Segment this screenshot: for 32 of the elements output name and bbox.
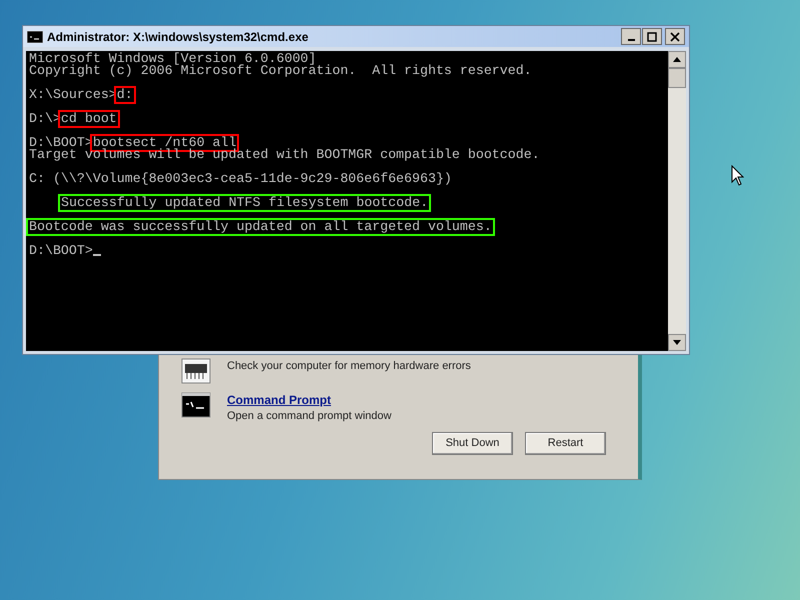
command-prompt-link[interactable]: Command Prompt: [227, 392, 392, 408]
console-text: Copyright (c) 2006 Microsoft Corporation. All rights reserved.: [29, 65, 532, 77]
down-arrow-icon: [673, 340, 681, 345]
highlighted-text: Successfully updated NTFS filesystem bootcode.: [61, 197, 428, 209]
scrollbar[interactable]: [668, 51, 686, 351]
option-description: Check your computer for memory hardware errors: [227, 359, 471, 374]
maximize-button[interactable]: [642, 28, 662, 45]
scroll-up-button[interactable]: [668, 51, 686, 68]
dialog-button[interactable]: Restart: [525, 432, 606, 455]
close-button[interactable]: [665, 28, 685, 45]
window-title: Administrator: X:\windows\system32\cmd.exe: [47, 28, 308, 46]
console-icon: [27, 30, 43, 42]
mouse-pointer-icon: [731, 165, 744, 186]
close-icon: [670, 32, 680, 42]
console-text: D:\BOOT>: [29, 245, 93, 257]
dialog-button[interactable]: Shut Down: [432, 432, 513, 455]
console-text: X:\Sources>: [29, 89, 117, 101]
console-icon: [181, 392, 211, 418]
scroll-down-button[interactable]: [668, 334, 686, 351]
up-arrow-icon: [673, 57, 681, 62]
option-description: Open a command prompt window: [227, 409, 392, 424]
console-text: C: (\\?\Volume{8e003ec3-cea5-11de-9c29-806e6f6e6963}): [29, 173, 452, 185]
memory-chip-icon: [181, 358, 211, 384]
scroll-thumb[interactable]: [668, 68, 686, 88]
maximize-icon: [647, 32, 657, 42]
minimize-icon: [628, 38, 634, 40]
console-text: Microsoft Windows [Version 6.0.6000]: [29, 53, 316, 65]
highlighted-text: Bootcode was successfully updated on all targeted volumes.: [29, 221, 492, 233]
highlighted-text: bootsect /nt60 all: [92, 137, 236, 149]
minimize-button[interactable]: [621, 28, 641, 45]
highlighted-text: d:: [116, 89, 133, 101]
highlighted-text: cd boot: [60, 113, 117, 125]
